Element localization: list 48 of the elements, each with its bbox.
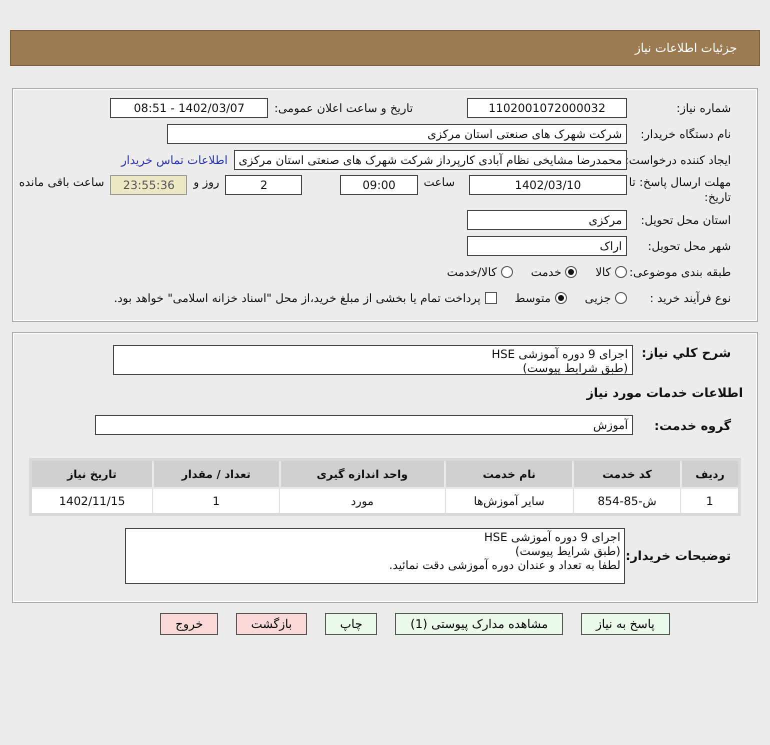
buyer-notes-field: اجرای 9 دوره آموزشی HSE (طبق شرایط پیوست) لطفا به تعداد و عندان دوره آموزشی دقت نمائید. <box>125 528 626 584</box>
deadline-time-field: 09:00 <box>340 175 418 195</box>
field-label: طبقه بندی موضوعی: <box>628 265 732 279</box>
action-button[interactable]: چاپ <box>325 613 378 635</box>
column-header: کد خدمت <box>573 460 681 488</box>
announce-datetime-field: 1402/03/07 - 08:51 <box>110 98 268 118</box>
description-field: اجرای 9 دوره آموزشی HSE (طبق شرایط پیوست) <box>113 345 633 375</box>
field-label: شماره نیاز: <box>675 101 732 115</box>
field-label: شهر محل تحویل: <box>646 239 732 253</box>
category-radio[interactable]: کالا/خدمت <box>446 265 513 279</box>
buyer-org-field: شرکت شهرک های صنعتی استان مرکزی <box>167 124 627 144</box>
column-header: نام خدمت <box>445 460 574 488</box>
deadline-date-field: 1402/03/10 <box>468 175 627 195</box>
requester-field: محمدرضا مشایخی نظام آبادی کارپرداز شرکت شهرک های صنعتی استان مرکزی <box>234 150 627 170</box>
field-label: روز و <box>192 175 220 189</box>
column-header: تعداد / مقدار <box>152 460 280 488</box>
process-radio[interactable]: جزیی <box>584 291 627 305</box>
field-label: استان محل تحویل: <box>640 213 732 227</box>
field-label: ایجاد کننده درخواست: <box>627 153 732 167</box>
field-label: توضیحات خریدار: <box>625 548 732 563</box>
field-label: تاریخ و ساعت اعلان عمومی: <box>273 101 414 115</box>
category-radio[interactable]: کالا <box>595 265 627 279</box>
field-label: مهلت ارسال پاسخ: تا تاریخ: <box>628 175 732 205</box>
action-button[interactable]: پاسخ به نیاز <box>580 613 670 635</box>
page-title: جزئیات اطلاعات نیاز <box>634 41 737 55</box>
action-button[interactable]: بازگشت <box>236 613 307 635</box>
column-header: واحد اندازه گیری <box>280 460 446 488</box>
column-header: تاریخ نیاز <box>30 460 153 488</box>
column-header: ردیف <box>680 460 740 488</box>
field-label: ساعت باقی مانده <box>18 175 106 189</box>
field-label: شرح کلي نياز: <box>640 345 732 360</box>
process-radio[interactable]: متوسط <box>514 291 567 305</box>
remaining-time-field: 23:55:36 <box>110 175 188 195</box>
buyer-contact-link[interactable]: اطلاعات تماس خریدار <box>121 153 228 167</box>
province-field: مرکزی <box>467 210 627 230</box>
need-number-field: 1102001072000032 <box>467 98 627 118</box>
field-label: نوع فرآیند خرید : <box>648 291 732 305</box>
service-group-field: آموزش <box>95 415 633 435</box>
field-label: نام دستگاه خریدار: <box>639 127 732 141</box>
action-button[interactable]: مشاهده مدارک پیوستی (1) <box>395 613 563 635</box>
field-label: گروه خدمت: <box>653 418 732 432</box>
section-heading: اطلاعات خدمات مورد نیاز <box>585 385 744 400</box>
treasury-checkbox[interactable]: پرداخت تمام یا بخشی از مبلغ خرید،از محل "اسناد خزانه اسلامی" خواهد بود. <box>114 291 497 305</box>
action-button[interactable]: خروج <box>160 613 218 635</box>
city-field: اراک <box>467 236 627 256</box>
category-radio[interactable]: خدمت <box>530 265 578 279</box>
days-field: 2 <box>225 175 302 195</box>
field-label: ساعت <box>422 175 456 189</box>
